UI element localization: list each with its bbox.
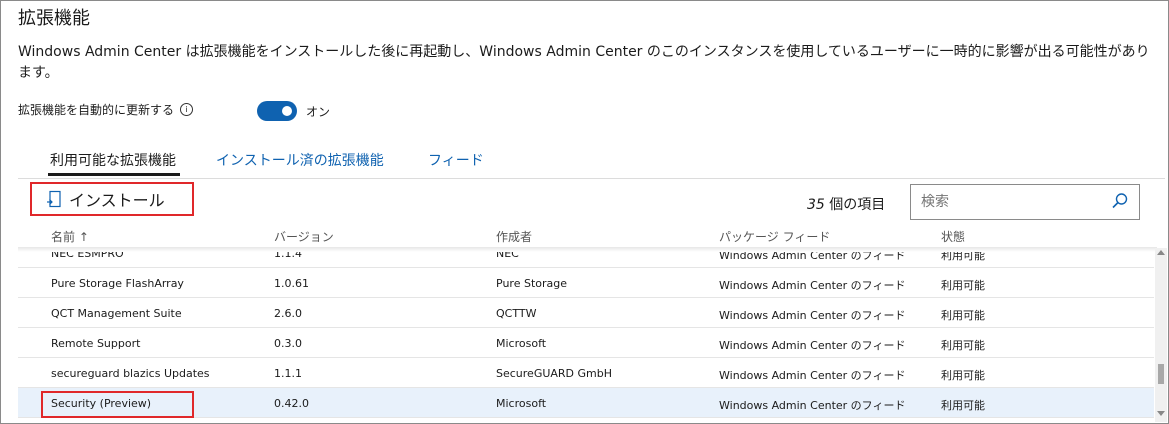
tab-available-extensions[interactable]: 利用可能な拡張機能 [48,150,180,176]
column-header-author[interactable]: 作成者 [496,228,532,245]
cell-version: 1.0.61 [274,277,309,290]
install-icon [46,190,62,208]
auto-update-label: 拡張機能を自動的に更新する [18,103,175,117]
cell-feed: Windows Admin Center のフィード [719,252,906,262]
cell-version: 1.1.4 [274,252,302,260]
tab-feeds[interactable]: フィード [428,150,484,170]
column-header-feed[interactable]: パッケージ フィード [719,228,830,245]
search-icon[interactable] [1111,192,1129,214]
install-button[interactable]: インストール [30,182,194,216]
auto-update-toggle[interactable] [257,101,297,121]
cell-status: 利用可能 [941,309,985,322]
tab-divider [18,178,1165,179]
cell-version: 0.42.0 [274,397,309,410]
cell-version: 0.3.0 [274,337,302,350]
cell-name: Remote Support [51,337,141,350]
cell-feed: Windows Admin Center のフィード [719,399,906,412]
page-description: Windows Admin Center は拡張機能をインストールした後に再起動… [18,44,1150,81]
item-count-number: 35 [807,197,825,213]
cell-feed: Windows Admin Center のフィード [719,339,906,352]
cell-name: NEC ESMPRO [51,252,124,260]
cell-name: Pure Storage FlashArray [51,277,184,290]
column-header-version[interactable]: バージョン [274,228,334,245]
scroll-thumb[interactable] [1158,364,1164,384]
table-scrollbar[interactable] [1155,248,1167,422]
scroll-up-icon[interactable] [1157,250,1165,255]
toggle-knob [282,106,292,116]
cell-status: 利用可能 [941,399,985,412]
cell-status: 利用可能 [941,279,985,292]
selection-highlight-box [41,391,194,418]
cell-name: secureguard blazics Updates [51,367,210,380]
cell-feed: Windows Admin Center のフィード [719,369,906,382]
search-box [910,184,1140,220]
cell-status: 利用可能 [941,339,985,352]
item-count-suffix: 個の項目 [824,197,886,213]
table-row[interactable]: QCT Management Suite 2.6.0 QCTTW Windows… [18,298,1154,328]
install-button-label: インストール [69,191,165,210]
cell-status: 利用可能 [941,369,985,382]
cell-status: 利用可能 [941,252,985,262]
cell-version: 1.1.1 [274,367,302,380]
cell-author: QCTTW [496,307,537,320]
cell-author: Microsoft [496,337,547,350]
page-title: 拡張機能 [18,8,90,29]
column-header-status[interactable]: 状態 [941,228,965,245]
cell-name: QCT Management Suite [51,307,182,320]
table-row[interactable]: secureguard blazics Updates 1.1.1 Secure… [18,358,1154,388]
cell-feed: Windows Admin Center のフィード [719,309,906,322]
scroll-down-icon[interactable] [1157,411,1165,416]
table-row[interactable]: NEC ESMPRO 1.1.4 NEC Windows Admin Cente… [18,252,1154,268]
auto-update-state-label: オン [306,105,331,119]
cell-author: Pure Storage [496,277,567,290]
cell-feed: Windows Admin Center のフィード [719,279,906,292]
cell-author: NEC [496,252,519,260]
cell-version: 2.6.0 [274,307,302,320]
search-input[interactable] [919,185,1113,219]
item-count: 35 個の項目 [807,194,885,214]
cell-author: SecureGUARD GmbH [496,367,613,380]
tab-installed-extensions[interactable]: インストール済の拡張機能 [216,150,384,170]
info-icon[interactable]: i [180,103,193,116]
table-row[interactable]: Pure Storage FlashArray 1.0.61 Pure Stor… [18,268,1154,298]
table-row[interactable]: Remote Support 0.3.0 Microsoft Windows A… [18,328,1154,358]
cell-author: Microsoft [496,397,547,410]
column-header-name[interactable]: 名前 ↑ [51,228,89,245]
